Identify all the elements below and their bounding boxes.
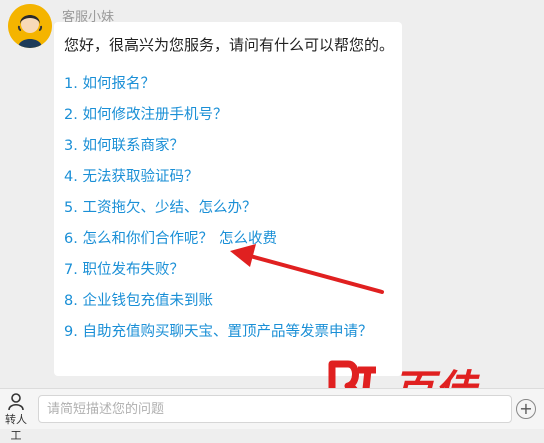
faq-item-5[interactable]: 5. 工资拖欠、少结、怎么办？ [64,198,372,229]
customer-service-agent-avatar-icon [8,4,52,48]
faq-item-6[interactable]: 6. 怎么和你们合作呢？ 怎么收费 [64,229,372,260]
transfer-to-human-button[interactable]: 转人工 [2,393,30,442]
faq-link[interactable]: 3. 如何联系商家？ [64,138,184,154]
greeting-text: 您好，很高兴为您服务，请问有什么可以帮您的。 [64,36,395,54]
faq-item-1[interactable]: 1. 如何报名？ [64,74,372,105]
faq-link[interactable]: 4. 无法获取验证码？ [64,169,198,185]
faq-link[interactable]: 2. 如何修改注册手机号？ [64,107,227,123]
faq-item-2[interactable]: 2. 如何修改注册手机号？ [64,105,372,136]
faq-link[interactable]: 8. 企业钱包充值未到账 [64,293,213,309]
faq-link[interactable]: 1. 如何报名？ [64,76,155,92]
faq-link[interactable]: 5. 工资拖欠、少结、怎么办？ [64,200,256,216]
input-bar: 转人工 + [0,388,544,442]
agent-avatar [8,4,52,48]
faq-link[interactable]: 7. 职位发布失败？ [64,262,184,278]
faq-item-8[interactable]: 8. 企业钱包充值未到账 [64,291,372,322]
faq-link[interactable]: 9. 自助充值购买聊天宝、置顶产品等发票申请？ [64,324,372,340]
faq-item-9[interactable]: 9. 自助充值购买聊天宝、置顶产品等发票申请？ [64,322,372,353]
faq-link-extra[interactable]: 怎么收费 [219,231,277,247]
person-icon [8,393,24,411]
message-input[interactable] [38,395,512,423]
faq-link[interactable]: 6. 怎么和你们合作呢？ [64,231,213,247]
faq-item-4[interactable]: 4. 无法获取验证码？ [64,167,372,198]
chat-message-bubble: 您好，很高兴为您服务，请问有什么可以帮您的。 1. 如何报名？ 2. 如何修改注… [54,22,402,376]
faq-item-3[interactable]: 3. 如何联系商家？ [64,136,372,167]
faq-item-7[interactable]: 7. 职位发布失败？ [64,260,372,291]
plus-button[interactable]: + [516,399,536,419]
faq-list: 1. 如何报名？ 2. 如何修改注册手机号？ 3. 如何联系商家？ 4. 无法获… [64,74,372,353]
